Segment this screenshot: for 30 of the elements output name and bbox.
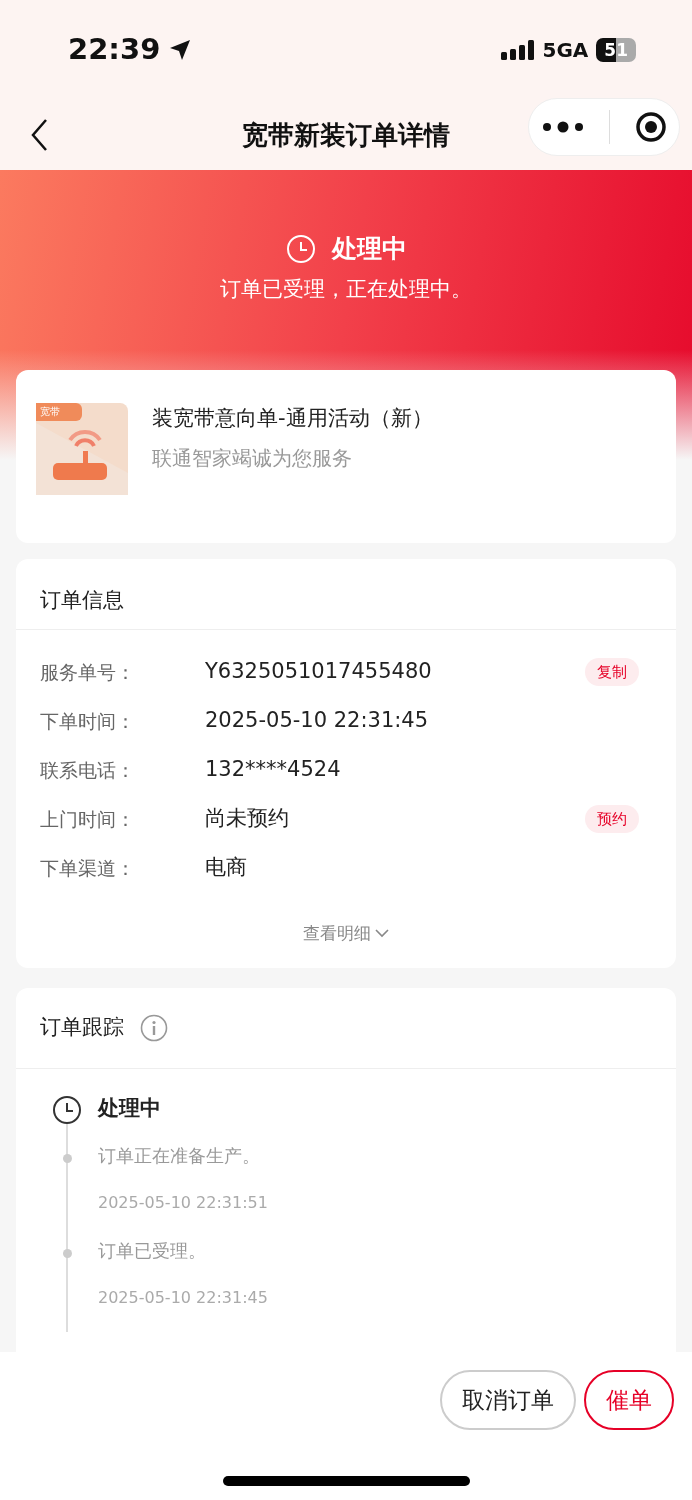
action-button[interactable]: 催单 bbox=[584, 1370, 674, 1430]
section-title: 订单信息 bbox=[40, 588, 124, 612]
field-value: 电商 bbox=[205, 854, 248, 882]
tracking-step: 订单正在准备生产。 bbox=[98, 1142, 268, 1169]
field-value: 尚未预约 bbox=[205, 805, 290, 833]
field-label: 联系电话： bbox=[40, 757, 136, 783]
field-label: 下单渠道： bbox=[40, 855, 136, 881]
tracking-time: 2025-05-10 22:31:45 bbox=[98, 1287, 268, 1309]
product-subtitle: 联通智家竭诚为您服务 bbox=[152, 444, 353, 472]
network-label: 5GA bbox=[542, 37, 589, 64]
tracking-stage: 处理中 bbox=[98, 1094, 161, 1122]
field-value: 2025-05-10 22:31:45 bbox=[205, 707, 430, 735]
action-button[interactable]: 复制 bbox=[585, 657, 639, 687]
action-button[interactable]: 取消订单 bbox=[440, 1370, 576, 1430]
field-label: 下单时间： bbox=[40, 708, 136, 734]
page-title: 宽带新装订单详情 bbox=[242, 118, 450, 152]
product-name: 装宽带意向单-通用活动（新） bbox=[152, 405, 433, 432]
field-label: 上门时间： bbox=[40, 806, 136, 832]
field-value: 132****4524 bbox=[205, 756, 342, 784]
field-label: 服务单号： bbox=[40, 659, 136, 685]
action-button[interactable]: 预约 bbox=[585, 804, 639, 834]
tracking-step: 订单已受理。 bbox=[98, 1237, 268, 1264]
view-details-link[interactable]: 查看明细 bbox=[303, 920, 371, 946]
tracking-time: 2025-05-10 22:31:51 bbox=[98, 1192, 268, 1214]
status-message: 订单已受理，正在处理中。 bbox=[220, 276, 472, 301]
status-title: 处理中 bbox=[331, 233, 407, 265]
section-title: 订单跟踪 bbox=[40, 1014, 124, 1041]
battery-indicator: 51 bbox=[596, 38, 636, 62]
status-time: 22:39 bbox=[68, 31, 161, 69]
field-value: Y6325051017455480 bbox=[205, 658, 433, 686]
